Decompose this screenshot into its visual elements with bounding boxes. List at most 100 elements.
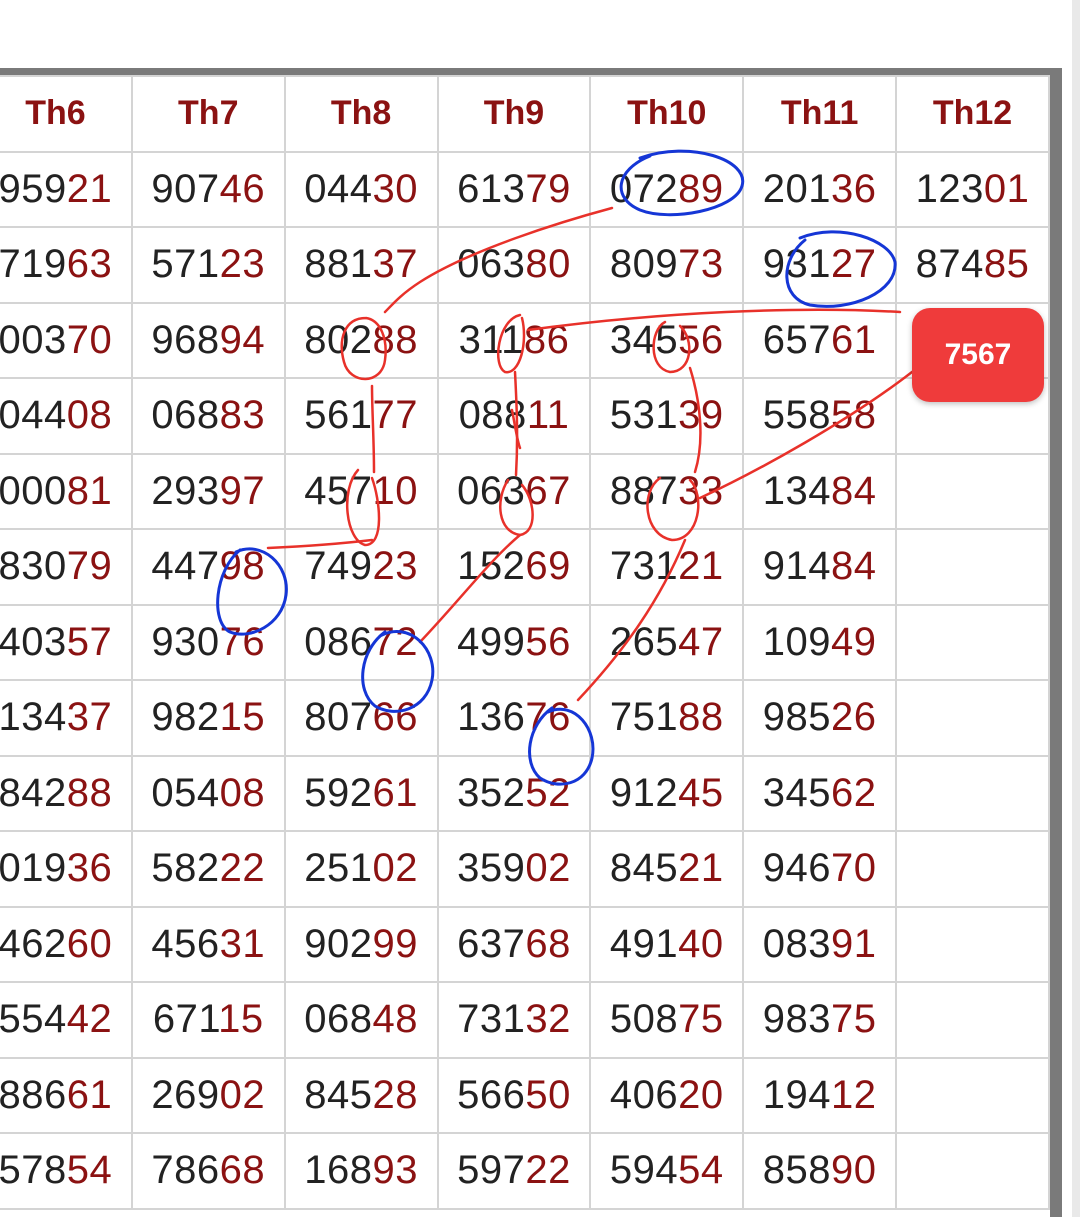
number-suffix: 15 <box>218 997 264 1042</box>
number-prefix: 000 <box>0 468 67 513</box>
table-frame-top <box>0 68 1062 75</box>
number-suffix: 81 <box>66 468 113 513</box>
number-suffix: 68 <box>219 1148 266 1193</box>
number-prefix: 136 <box>457 695 526 740</box>
number-suffix: 70 <box>66 317 113 362</box>
number-prefix: 886 <box>0 1072 67 1117</box>
number-prefix: 134 <box>0 695 67 740</box>
number-prefix: 003 <box>0 317 67 362</box>
number-prefix: 594 <box>609 1148 679 1193</box>
result-cell: 26902 <box>130 1056 286 1134</box>
result-cell: 04408 <box>0 377 133 455</box>
number-suffix: 62 <box>831 770 877 815</box>
column-header-th7: Th7 <box>130 75 286 153</box>
number-suffix: 54 <box>66 1148 113 1193</box>
result-cell: 49140 <box>589 905 745 983</box>
number-prefix: 457 <box>304 468 373 513</box>
number-suffix: 40 <box>678 921 724 966</box>
number-prefix: 086 <box>304 619 373 664</box>
results-table: Th6 Th7 Th8 Th9 Th10 Th11 Th12 95921 90746 04430… <box>0 75 1050 1210</box>
result-cell <box>895 830 1050 908</box>
result-cell: 65761 <box>742 301 898 379</box>
number-prefix: 912 <box>609 770 679 815</box>
result-cell: 98215 <box>130 679 286 757</box>
result-cell <box>895 679 1050 757</box>
result-cell: 91484 <box>742 528 898 606</box>
result-cell: 80288 <box>283 301 439 379</box>
scrollbar-track[interactable] <box>1072 0 1080 1217</box>
number-prefix: 671 <box>152 997 219 1042</box>
result-cell: 12301 <box>895 150 1050 228</box>
badge-label: 7567 <box>944 338 1012 371</box>
result-cell: 87485 <box>895 226 1050 304</box>
number-suffix: 79 <box>66 544 113 589</box>
number-suffix: 56 <box>678 317 724 362</box>
number-prefix: 914 <box>762 544 832 589</box>
number-suffix: 23 <box>372 544 418 589</box>
result-cell: 95921 <box>0 150 133 228</box>
number-suffix: 27 <box>831 242 877 287</box>
number-suffix: 54 <box>678 1148 724 1193</box>
table-frame-right <box>1050 68 1062 1217</box>
result-cell: 07289 <box>589 150 745 228</box>
table-row: 71963 57123 88137 06380 80973 93127 87485 <box>0 226 1050 304</box>
number-prefix: 874 <box>915 242 984 287</box>
number-suffix: 88 <box>372 317 418 362</box>
number-suffix: 60 <box>66 921 113 966</box>
result-cell: 34556 <box>589 301 745 379</box>
table-row: 00081 29397 45710 06367 88733 13484 <box>0 452 1050 530</box>
result-cell <box>895 528 1050 606</box>
number-prefix: 907 <box>151 166 220 211</box>
number-prefix: 462 <box>0 921 67 966</box>
number-badge[interactable]: 7567 <box>912 308 1044 402</box>
number-suffix: 21 <box>678 846 724 891</box>
result-cell: 34562 <box>742 754 898 832</box>
number-prefix: 931 <box>762 242 832 287</box>
number-prefix: 019 <box>0 846 67 891</box>
result-cell: 98526 <box>742 679 898 757</box>
number-prefix: 731 <box>609 544 679 589</box>
number-prefix: 982 <box>151 695 220 740</box>
result-cell: 74923 <box>283 528 439 606</box>
number-suffix: 45 <box>678 770 724 815</box>
result-cell: 35902 <box>436 830 592 908</box>
number-suffix: 52 <box>525 770 571 815</box>
result-cell: 84288 <box>0 754 133 832</box>
result-cell: 44798 <box>130 528 286 606</box>
number-prefix: 719 <box>0 242 67 287</box>
result-cell: 71963 <box>0 226 133 304</box>
number-suffix: 31 <box>219 921 266 966</box>
result-cell: 73132 <box>436 981 592 1059</box>
result-cell: 01936 <box>0 830 133 908</box>
result-cell: 93076 <box>130 603 286 681</box>
result-cell: 13676 <box>436 679 592 757</box>
number-prefix: 582 <box>151 846 220 891</box>
result-cell: 08811 <box>436 377 592 455</box>
number-prefix: 786 <box>151 1148 220 1193</box>
number-suffix: 23 <box>219 242 266 287</box>
result-cell: 45710 <box>283 452 439 530</box>
number-suffix: 89 <box>678 166 724 211</box>
number-prefix: 749 <box>304 544 373 589</box>
number-prefix: 959 <box>0 166 67 211</box>
result-cell <box>895 452 1050 530</box>
number-suffix: 91 <box>831 921 877 966</box>
result-cell: 46260 <box>0 905 133 983</box>
number-prefix: 657 <box>762 317 832 362</box>
result-cell <box>895 1056 1050 1134</box>
number-suffix: 83 <box>219 393 266 438</box>
result-cell: 40357 <box>0 603 133 681</box>
number-suffix: 57 <box>66 619 113 664</box>
number-suffix: 84 <box>831 544 877 589</box>
number-prefix: 201 <box>762 166 832 211</box>
result-cell: 19412 <box>742 1056 898 1134</box>
number-prefix: 858 <box>762 1148 832 1193</box>
number-suffix: 73 <box>678 242 724 287</box>
number-prefix: 152 <box>457 544 526 589</box>
number-suffix: 67 <box>525 468 571 513</box>
result-cell: 90299 <box>283 905 439 983</box>
number-prefix: 251 <box>304 846 373 891</box>
number-prefix: 063 <box>457 242 526 287</box>
result-cell: 55858 <box>742 377 898 455</box>
number-suffix: 61 <box>372 770 418 815</box>
